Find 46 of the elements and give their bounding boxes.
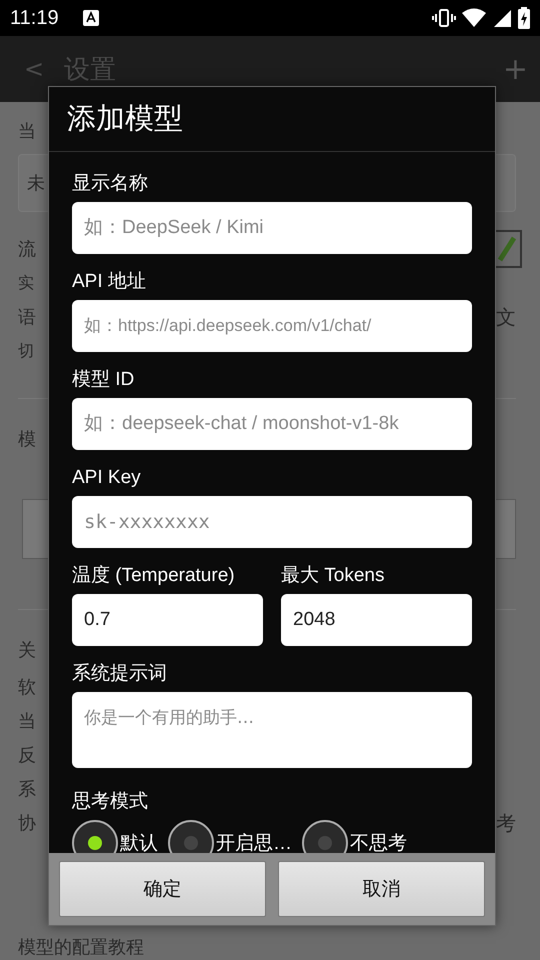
- setting-label: 当: [18, 710, 36, 733]
- checkmark-icon: [498, 236, 516, 262]
- setting-label: 反: [18, 744, 36, 767]
- input-field[interactable]: 如：DeepSeek / Kimi: [72, 202, 472, 254]
- dialog-title: 添加模型: [49, 87, 495, 152]
- wifi-icon: [462, 8, 486, 28]
- radio-label: 默认: [120, 832, 158, 853]
- signal-icon: [492, 8, 512, 28]
- setting-label: 系: [18, 778, 36, 801]
- field-label: 显示名称: [72, 172, 149, 196]
- setting-label: 模型的配置教程: [18, 936, 144, 959]
- battery-icon: [518, 7, 530, 29]
- prompt-field[interactable]: 你是一个有用的助手…: [72, 692, 472, 768]
- radio-label: 开启思…: [216, 832, 292, 853]
- field-label: 模型 ID: [72, 368, 136, 392]
- setting-label: 语: [18, 306, 36, 329]
- setting-label: 流: [18, 238, 36, 261]
- setting-label: 协: [18, 812, 36, 835]
- setting-value: 文: [496, 304, 516, 330]
- field-label: 思考模式: [72, 790, 149, 814]
- radio-label: 不思考: [350, 832, 407, 853]
- confirm-button[interactable]: 确定: [59, 861, 266, 917]
- setting-label: 实: [18, 272, 34, 294]
- radio-button[interactable]: [72, 820, 118, 853]
- setting-label: 关: [18, 639, 36, 662]
- field-label: API Key: [72, 466, 142, 490]
- setting-label: 切: [18, 340, 34, 362]
- cancel-button[interactable]: 取消: [278, 861, 485, 917]
- vibrate-icon: [432, 8, 456, 28]
- input-field[interactable]: 如：deepseek-chat / moonshot-v1-8k: [72, 398, 472, 450]
- setting-label: 软: [18, 676, 36, 699]
- input-field[interactable]: sk-xxxxxxxx: [72, 496, 472, 548]
- field-label: 温度 (Temperature): [72, 564, 236, 588]
- field-label: 最大 Tokens: [281, 564, 386, 588]
- field-label: 系统提示词: [72, 662, 168, 686]
- input-field[interactable]: 如：https://api.deepseek.com/v1/chat/: [72, 300, 472, 352]
- input-field[interactable]: 2048: [281, 594, 472, 646]
- input-field[interactable]: 0.7: [72, 594, 263, 646]
- status-time: 11:19: [10, 6, 59, 30]
- setting-value: 考: [496, 810, 516, 836]
- setting-label: 模: [18, 428, 36, 451]
- field-label: API 地址: [72, 270, 147, 294]
- setting-label: 当: [18, 120, 36, 143]
- notification-icon: [82, 10, 99, 26]
- radio-button[interactable]: [302, 820, 348, 853]
- radio-button[interactable]: [168, 820, 214, 853]
